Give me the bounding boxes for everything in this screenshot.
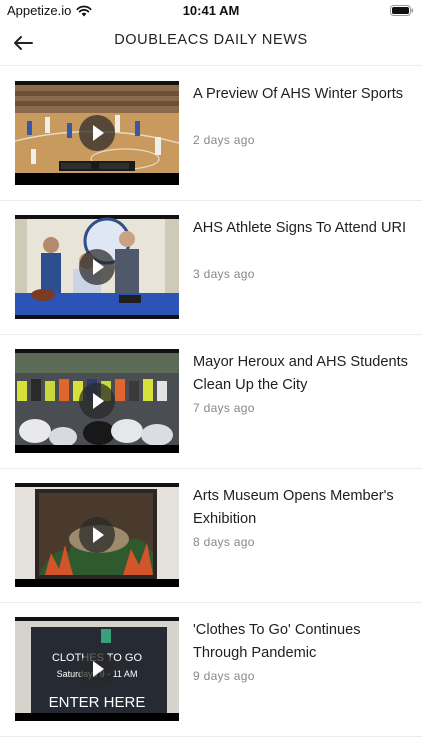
play-icon[interactable] (79, 517, 115, 553)
news-time: 3 days ago (193, 267, 255, 281)
news-item[interactable]: CLOTHES TO GO Saturdays 9 - 11 AM ENTER … (0, 603, 422, 737)
news-title[interactable]: 'Clothes To Go' Continues Through Pandem… (193, 619, 408, 665)
news-time: 9 days ago (193, 669, 255, 683)
page-title: DOUBLEACS DAILY NEWS (114, 32, 308, 48)
status-time: 10:41 AM (182, 3, 240, 18)
play-icon[interactable] (79, 249, 115, 285)
news-item[interactable]: AHS Athlete Signs To Attend URI 3 days a… (0, 201, 422, 335)
news-time: 2 days ago (193, 133, 255, 147)
video-thumbnail[interactable]: CLOTHES TO GO Saturdays 9 - 11 AM ENTER … (15, 617, 179, 721)
news-item[interactable]: Mayor Heroux and AHS Students Clean Up t… (0, 335, 422, 469)
news-time: 7 days ago (193, 401, 255, 415)
news-title[interactable]: AHS Athlete Signs To Attend URI (193, 217, 408, 240)
play-icon[interactable] (79, 383, 115, 419)
news-title[interactable]: A Preview Of AHS Winter Sports (193, 83, 408, 106)
nav-bar: DOUBLEACS DAILY NEWS (0, 22, 422, 66)
news-time: 8 days ago (193, 535, 255, 549)
play-icon[interactable] (79, 115, 115, 151)
video-thumbnail[interactable] (15, 81, 179, 185)
sign-line-3: ENTER HERE (49, 694, 146, 711)
news-title[interactable]: Mayor Heroux and AHS Students Clean Up t… (193, 351, 408, 397)
play-icon[interactable] (79, 651, 115, 687)
news-item[interactable]: A Preview Of AHS Winter Sports 2 days ag… (0, 67, 422, 201)
status-bar: Appetize.io 10:41 AM (0, 0, 422, 22)
video-thumbnail[interactable] (15, 349, 179, 453)
news-item[interactable]: Arts Museum Opens Member's Exhibition 8 … (0, 469, 422, 603)
news-feed: A Preview Of AHS Winter Sports 2 days ag… (0, 67, 422, 737)
video-thumbnail[interactable] (15, 215, 179, 319)
battery-icon (390, 5, 414, 16)
news-title[interactable]: Arts Museum Opens Member's Exhibition (193, 485, 408, 531)
video-thumbnail[interactable] (15, 483, 179, 587)
